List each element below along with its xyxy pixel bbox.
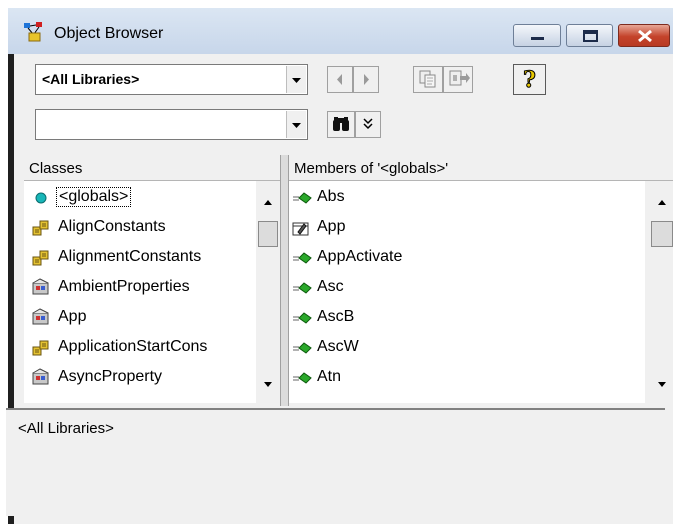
search-combo[interactable] [35, 109, 308, 140]
chevron-down-icon [292, 123, 301, 128]
class-icon [32, 278, 49, 295]
members-scroll-thumb[interactable] [651, 221, 673, 247]
minimize-button[interactable] [513, 24, 561, 47]
property-icon [292, 222, 309, 236]
details-pane: <All Libraries> [6, 408, 665, 516]
member-item-asc[interactable]: Asc [289, 273, 645, 303]
chevron-down-icon [292, 78, 301, 83]
member-item-appactivate[interactable]: AppActivate [289, 243, 645, 273]
globals-dot-icon [35, 192, 47, 204]
arrow-left-icon [337, 74, 342, 85]
details-text: <All Libraries> [18, 420, 114, 437]
class-icon [32, 368, 49, 385]
method-icon [293, 312, 312, 324]
classes-list[interactable]: <globals> AlignConstants AlignmentConsta… [24, 181, 256, 403]
member-item-ascb[interactable]: AscB [289, 303, 645, 333]
members-header: Members of '<globals>' [289, 155, 673, 181]
scroll-down-icon [658, 382, 666, 387]
copy-to-clipboard-button[interactable] [413, 66, 443, 93]
class-item-app[interactable]: App [24, 303, 256, 333]
binoculars-icon [333, 117, 349, 131]
svg-text:?: ? [523, 67, 536, 93]
class-item-applicationstartcons[interactable]: ApplicationStartCons [24, 333, 256, 363]
members-list[interactable]: Abs App AppActivate Asc AscB AscW Atn [289, 181, 645, 403]
method-icon [293, 282, 312, 294]
restore-icon [583, 30, 598, 42]
class-icon [32, 308, 49, 325]
close-icon [638, 29, 652, 43]
member-item-abs[interactable]: Abs [289, 183, 645, 213]
classes-scrollbar[interactable] [256, 181, 280, 403]
back-button[interactable] [327, 66, 353, 93]
class-item-asyncproperty[interactable]: AsyncProperty [24, 363, 256, 393]
copy-icon [419, 70, 436, 88]
class-item-alignmentconstants[interactable]: AlignmentConstants [24, 243, 256, 273]
class-item-ambientproperties[interactable]: AmbientProperties [24, 273, 256, 303]
members-scrollbar[interactable] [645, 181, 673, 403]
double-chevron-down-icon [363, 118, 373, 130]
scroll-down-icon [264, 382, 272, 387]
show-search-results-button[interactable] [355, 111, 381, 138]
class-item-globals[interactable]: <globals> [24, 183, 256, 213]
minimize-icon [531, 37, 544, 40]
method-icon [293, 252, 312, 264]
library-combo-value: <All Libraries> [42, 71, 140, 87]
title-bar[interactable]: Object Browser [8, 8, 673, 54]
pane-splitter[interactable] [280, 155, 289, 406]
view-definition-icon [449, 70, 470, 86]
help-button[interactable]: ? [513, 64, 546, 95]
arrow-right-icon [364, 74, 369, 85]
search-button[interactable] [327, 111, 355, 138]
class-item-alignconstants[interactable]: AlignConstants [24, 213, 256, 243]
window-title: Object Browser [54, 25, 164, 42]
method-icon [293, 192, 312, 204]
member-item-atn[interactable]: Atn [289, 363, 645, 393]
maximize-button[interactable] [566, 24, 613, 47]
member-item-ascw[interactable]: AscW [289, 333, 645, 363]
method-icon [293, 372, 312, 384]
view-definition-button[interactable] [443, 66, 473, 93]
close-button[interactable] [618, 24, 670, 47]
scroll-up-icon [658, 200, 666, 205]
scroll-up-icon [264, 200, 272, 205]
classes-header: Classes [24, 155, 280, 181]
method-icon [293, 342, 312, 354]
member-item-app[interactable]: App [289, 213, 645, 243]
object-browser-icon [24, 22, 42, 42]
forward-button[interactable] [353, 66, 379, 93]
enum-icon [32, 250, 49, 266]
help-icon: ? [523, 67, 537, 94]
search-combo-dropdown[interactable] [286, 111, 306, 138]
enum-icon [32, 220, 49, 236]
library-combo[interactable]: <All Libraries> [35, 64, 308, 95]
classes-scroll-thumb[interactable] [258, 221, 278, 247]
library-combo-dropdown[interactable] [286, 66, 306, 93]
enum-icon [32, 340, 49, 356]
